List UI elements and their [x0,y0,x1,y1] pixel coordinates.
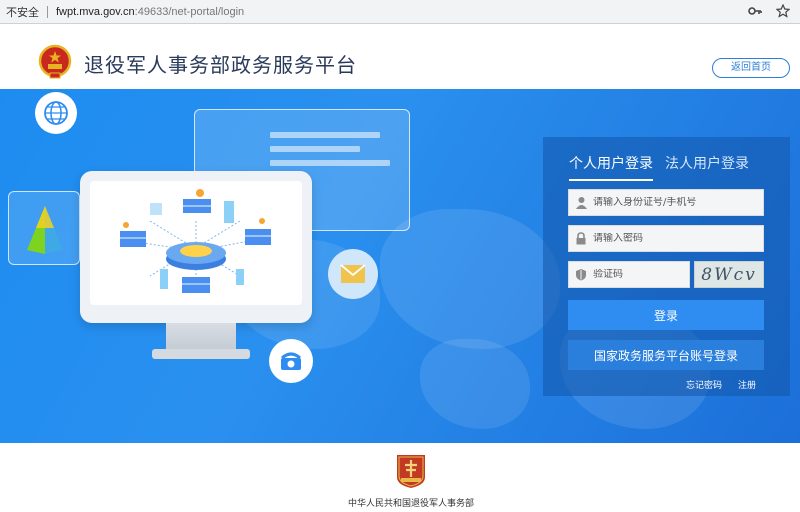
tab-corporate-login[interactable]: 法人用户登录 [665,153,749,181]
shield-icon [569,268,593,281]
national-emblem-icon[interactable] [36,43,74,81]
national-platform-login-button[interactable]: 国家政务服务平台账号登录 [568,340,764,370]
login-button[interactable]: 登录 [568,300,764,330]
monitor-stand [166,323,236,349]
url-text[interactable]: fwpt.mva.gov.cn:49633/net-portal/login [56,6,244,18]
password-input[interactable] [593,233,753,244]
pyramid-icon [27,206,63,254]
user-icon [569,196,593,209]
url-host: fwpt.mva.gov.cn [56,5,135,18]
card-line [270,132,380,138]
login-tabs: 个人用户登录 法人用户登录 [569,153,749,181]
login-links: 忘记密码 注册 [686,378,756,391]
return-home-button[interactable]: 返回首页 [712,58,790,78]
lock-icon [569,232,593,245]
monitor-screen [90,181,302,305]
server-network-illustration [120,189,271,293]
footer-org-name: 中华人民共和国退役军人事务部 [347,499,474,509]
monitor-base [152,349,250,359]
mail-icon [328,249,378,299]
captcha-image-text: 8Wcv [701,264,757,285]
card-line [270,146,360,152]
site-header: 退役军人事务部政务服务平台 返回首页 [0,25,800,89]
tab-personal-login[interactable]: 个人用户登录 [569,153,653,181]
browser-address-bar[interactable]: 不安全 fwpt.mva.gov.cn:49633/net-portal/log… [0,0,800,24]
pyramid-card-illustration [8,191,80,265]
phone-icon [269,339,313,383]
address-separator [47,5,48,18]
captcha-image[interactable]: 8Wcv [694,261,764,288]
hero-banner: 个人用户登录 法人用户登录 8Wcv 登录 国家政务服务平台账号登录 [0,89,800,443]
card-line [270,160,390,166]
site-title: 退役军人事务部政务服务平台 [84,53,357,77]
password-field[interactable] [568,225,764,252]
id-field[interactable] [568,189,764,216]
globe-icon [35,92,77,134]
captcha-input[interactable] [593,269,683,280]
register-link[interactable]: 注册 [738,378,756,391]
bookmark-star-icon[interactable] [775,3,791,22]
monitor-illustration [80,171,312,323]
world-map-shape [420,339,530,429]
forgot-password-link[interactable]: 忘记密码 [686,378,722,391]
url-path: :49633/net-portal/login [134,5,245,18]
key-icon[interactable] [748,4,762,22]
login-panel: 个人用户登录 法人用户登录 8Wcv 登录 国家政务服务平台账号登录 [543,137,790,396]
ministry-logo-icon[interactable] [393,453,429,489]
captcha-field[interactable] [568,261,690,288]
id-input[interactable] [593,197,753,208]
insecure-label: 不安全 [6,5,39,19]
